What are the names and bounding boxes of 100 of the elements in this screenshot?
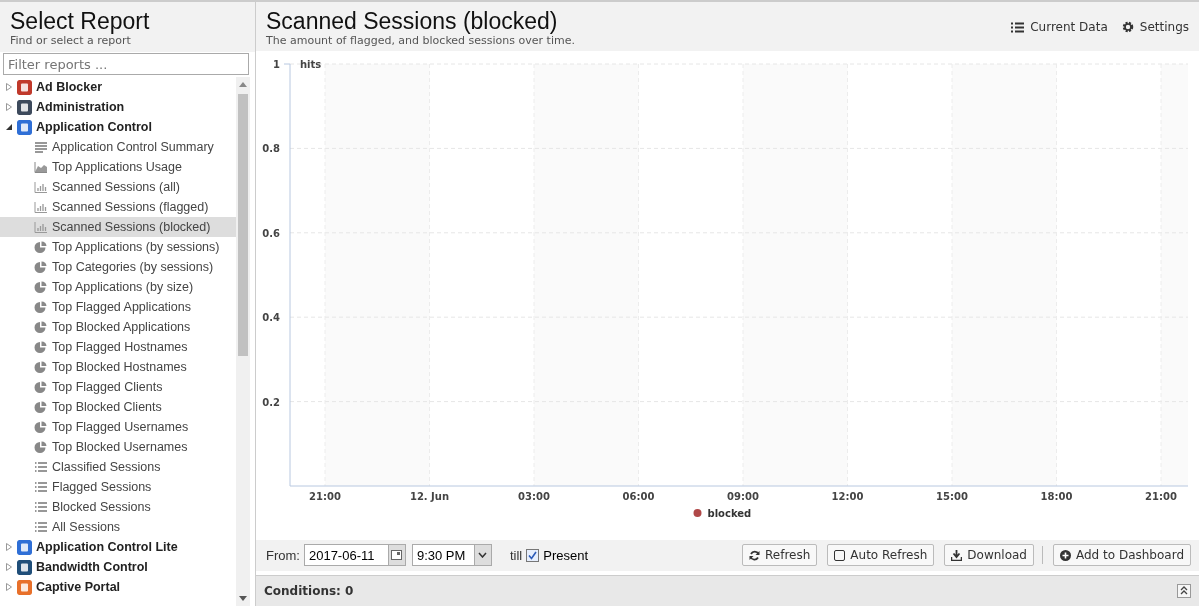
- download-button[interactable]: Download: [944, 544, 1034, 567]
- tree-group[interactable]: Captive Portal: [0, 577, 236, 597]
- present-checkbox[interactable]: Present: [526, 547, 589, 563]
- report-label: Scanned Sessions (flagged): [52, 200, 209, 214]
- tree-group[interactable]: Ad Blocker: [0, 77, 236, 97]
- expand-icon[interactable]: [5, 83, 13, 91]
- report-label: Scanned Sessions (all): [52, 180, 180, 194]
- expand-icon[interactable]: [5, 543, 13, 551]
- app-icon: [17, 79, 32, 95]
- report-item[interactable]: Top Categories (by sessions): [0, 257, 236, 277]
- collapse-button[interactable]: [1177, 583, 1191, 598]
- y-tick-label: 0.2: [262, 396, 280, 408]
- summary-icon: [34, 141, 48, 153]
- add-icon: [1060, 549, 1071, 561]
- pie-chart-icon: [34, 241, 48, 253]
- report-item[interactable]: Top Flagged Usernames: [0, 417, 236, 437]
- tree-group[interactable]: Administration: [0, 97, 236, 117]
- report-item[interactable]: Top Blocked Applications: [0, 317, 236, 337]
- expand-icon[interactable]: [5, 103, 13, 111]
- till-label: till: [509, 547, 523, 563]
- settings-icon: [1121, 21, 1134, 33]
- x-tick-label: 12:00: [831, 491, 864, 502]
- expand-icon[interactable]: [5, 563, 13, 571]
- report-label: Top Blocked Applications: [52, 320, 191, 334]
- scroll-down-icon[interactable]: [239, 596, 247, 602]
- report-label: Blocked Sessions: [52, 500, 151, 514]
- refresh-button[interactable]: Refresh: [742, 544, 818, 567]
- date-field[interactable]: 2017-06-11: [303, 544, 388, 567]
- report-label: Top Flagged Clients: [52, 380, 163, 394]
- report-label: Application Control Summary: [52, 140, 214, 154]
- tree-group[interactable]: Bandwidth Control: [0, 557, 236, 577]
- report-title: Scanned Sessions (blocked): [266, 8, 559, 34]
- scrollbar[interactable]: [236, 77, 250, 606]
- app-icon: [17, 99, 32, 115]
- tree-group[interactable]: Application Control: [0, 117, 236, 137]
- report-item[interactable]: Top Flagged Hostnames: [0, 337, 236, 357]
- caret-icon: [478, 552, 488, 559]
- app-icon: [17, 579, 32, 595]
- x-tick-label: 18:00: [1040, 491, 1073, 502]
- x-tick-label: 21:00: [1145, 491, 1177, 502]
- expand-icon[interactable]: [5, 583, 13, 591]
- report-item[interactable]: Scanned Sessions (all): [0, 177, 236, 197]
- add-to-dashboard-button[interactable]: Add to Dashboard: [1053, 544, 1191, 567]
- group-label: Ad Blocker: [36, 80, 102, 94]
- settings-button[interactable]: Settings: [1121, 20, 1189, 34]
- x-tick-label: 06:00: [622, 491, 655, 502]
- report-item[interactable]: All Sessions: [0, 517, 236, 537]
- current-data-button[interactable]: Current Data: [1011, 20, 1108, 34]
- group-label: Administration: [36, 100, 125, 114]
- report-label: Top Blocked Hostnames: [52, 360, 187, 374]
- x-tick-label: 12. Jun: [409, 491, 450, 502]
- report-item[interactable]: Top Blocked Hostnames: [0, 357, 236, 377]
- report-item[interactable]: Flagged Sessions: [0, 477, 236, 497]
- report-label: Top Applications (by sessions): [52, 240, 220, 254]
- report-item[interactable]: Scanned Sessions (flagged): [0, 197, 236, 217]
- filter-field[interactable]: Filter reports ...: [3, 53, 249, 75]
- list-icon: [34, 521, 48, 533]
- report-item[interactable]: Top Applications (by size): [0, 277, 236, 297]
- report-label: Top Flagged Usernames: [52, 420, 189, 434]
- scroll-up-icon[interactable]: [239, 81, 247, 87]
- report-item[interactable]: Application Control Summary: [0, 137, 236, 157]
- report-label: Top Blocked Usernames: [52, 440, 188, 454]
- tree-group[interactable]: Application Control Lite: [0, 537, 236, 557]
- from-label: From:: [266, 547, 300, 563]
- pie-chart-icon: [34, 281, 48, 293]
- report-label: Top Flagged Applications: [52, 300, 191, 314]
- bar-chart-icon: [34, 221, 48, 233]
- app-icon: [17, 539, 32, 555]
- report-label: Top Categories (by sessions): [52, 260, 214, 274]
- time-field[interactable]: 9:30 PM: [411, 544, 474, 567]
- report-item[interactable]: Top Flagged Clients: [0, 377, 236, 397]
- app-icon: [17, 559, 32, 575]
- pie-chart-icon: [34, 341, 48, 353]
- legend-label[interactable]: blocked: [707, 508, 752, 519]
- report-label: Scanned Sessions (blocked): [52, 220, 211, 234]
- report-description: The amount of flagged, and blocked sessions over time.: [266, 34, 575, 47]
- report-item[interactable]: Top Blocked Usernames: [0, 437, 236, 457]
- report-item[interactable]: Top Applications (by sessions): [0, 237, 236, 257]
- x-tick-label: 09:00: [727, 491, 759, 502]
- bar-chart-icon: [34, 181, 48, 193]
- conditions-label: Conditions: 0: [264, 583, 354, 598]
- report-item[interactable]: Top Flagged Applications: [0, 297, 236, 317]
- report-label: Top Applications Usage: [52, 160, 182, 174]
- list-icon: [34, 501, 48, 513]
- collapse-icon[interactable]: [5, 123, 13, 131]
- y-tick-label: 0.6: [262, 227, 280, 239]
- report-item[interactable]: Classified Sessions: [0, 457, 236, 477]
- report-item[interactable]: Top Applications Usage: [0, 157, 236, 177]
- report-item[interactable]: Blocked Sessions: [0, 497, 236, 517]
- app-icon: [17, 119, 32, 135]
- conditions-bar[interactable]: Conditions: 0: [256, 574, 1199, 606]
- pie-chart-icon: [34, 361, 48, 373]
- sidebar-subtitle: Find or select a report: [10, 34, 132, 48]
- pie-chart-icon: [34, 381, 48, 393]
- report-label: All Sessions: [52, 520, 121, 534]
- report-label: Top Applications (by size): [52, 280, 194, 294]
- auto-refresh-checkbox[interactable]: Auto Refresh: [827, 544, 935, 567]
- report-item[interactable]: Scanned Sessions (blocked): [0, 217, 236, 237]
- report-item[interactable]: Top Blocked Clients: [0, 397, 236, 417]
- pie-chart-icon: [34, 321, 48, 333]
